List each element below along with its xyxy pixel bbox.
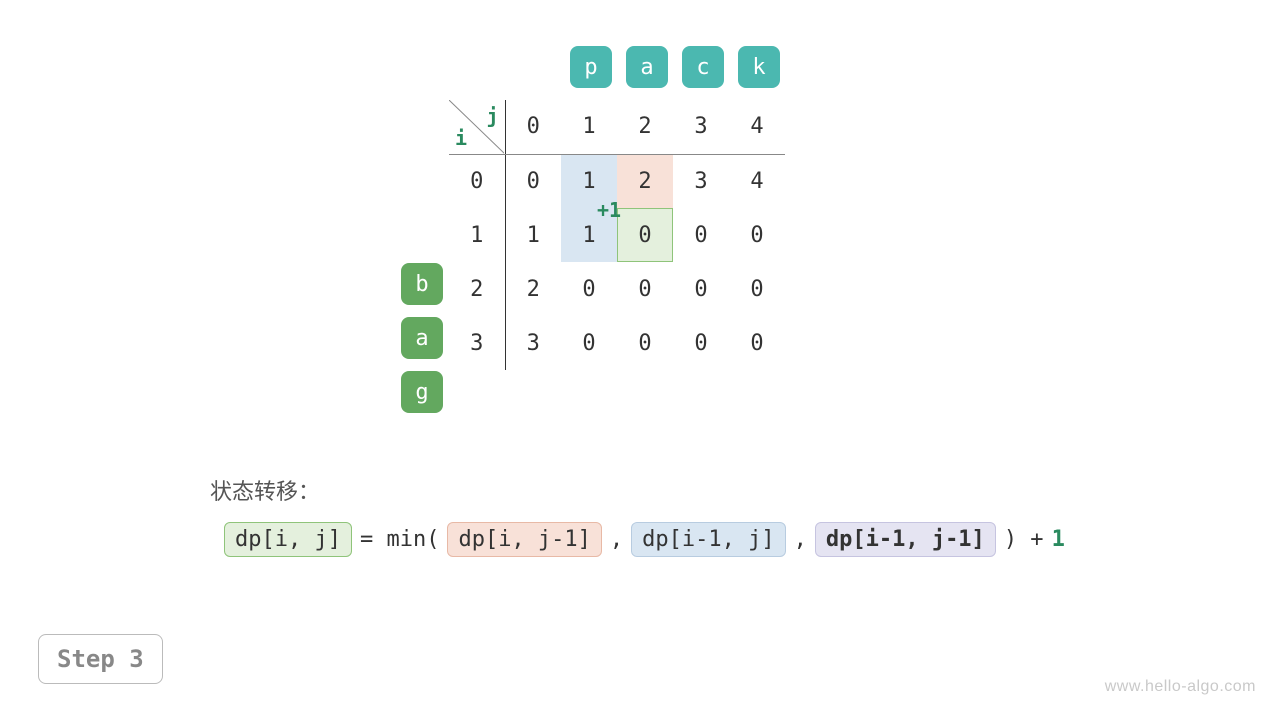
dp-cell: 3 — [673, 154, 729, 208]
table-row: 0 0 1 2 3 4 — [449, 154, 785, 208]
header-row: i j 0 1 2 3 4 — [449, 100, 785, 154]
formula-text: = min( — [360, 527, 439, 552]
formula-plus-one: 1 — [1052, 527, 1065, 552]
dp-cell: 3 — [505, 316, 561, 370]
source-char-b: b — [401, 263, 443, 305]
dp-cell: 0 — [729, 208, 785, 262]
corner-cell: i j — [449, 100, 505, 154]
dp-cell: 0 — [673, 316, 729, 370]
row-header: 1 — [449, 208, 505, 262]
col-header: 4 — [729, 100, 785, 154]
dp-cell: 0 — [617, 262, 673, 316]
target-char-k: k — [738, 46, 780, 88]
dp-cell: 0 — [617, 316, 673, 370]
dp-cell: 1 — [505, 208, 561, 262]
axis-i-label: i — [455, 126, 467, 150]
col-header: 3 — [673, 100, 729, 154]
formula-term-a: dp[i, j-1] — [447, 522, 601, 557]
dp-cell: 0 — [673, 208, 729, 262]
dp-cell: 0 — [729, 262, 785, 316]
source-char-a: a — [401, 317, 443, 359]
col-header: 2 — [617, 100, 673, 154]
table-row: 1 1 1 0 0 0 — [449, 208, 785, 262]
dp-cell: 0 — [505, 154, 561, 208]
section-heading: 状态转移： — [210, 474, 320, 506]
target-char-p: p — [570, 46, 612, 88]
dp-cell: 2 — [505, 262, 561, 316]
axis-j-label: j — [486, 104, 498, 128]
dp-cell: 1 — [561, 154, 617, 208]
step-indicator: Step 3 — [38, 634, 163, 684]
dp-cell: 0 — [729, 316, 785, 370]
dp-cell: 0 — [561, 262, 617, 316]
table-row: 3 3 0 0 0 0 — [449, 316, 785, 370]
formula-text: , — [610, 527, 623, 552]
formula-term-c: dp[i-1, j-1] — [815, 522, 996, 557]
formula-text: ) + — [1004, 527, 1044, 552]
formula-lhs: dp[i, j] — [224, 522, 352, 557]
transition-formula: dp[i, j] = min( dp[i, j-1] , dp[i-1, j] … — [224, 522, 1065, 557]
dp-cell: 0 — [617, 208, 673, 262]
col-header: 0 — [505, 100, 561, 154]
dp-cell: 1 — [561, 208, 617, 262]
dp-cell: 2 — [617, 154, 673, 208]
dp-cell: 0 — [673, 262, 729, 316]
table-row: 2 2 0 0 0 0 — [449, 262, 785, 316]
row-header: 3 — [449, 316, 505, 370]
source-char-g: g — [401, 371, 443, 413]
formula-text: , — [794, 527, 807, 552]
formula-term-b: dp[i-1, j] — [631, 522, 785, 557]
row-header: 0 — [449, 154, 505, 208]
col-header: 1 — [561, 100, 617, 154]
target-char-c: c — [682, 46, 724, 88]
row-header: 2 — [449, 262, 505, 316]
diagram-stage: p a c k b a g +1 i j 0 1 2 3 4 0 0 — [0, 0, 1280, 720]
dp-table: i j 0 1 2 3 4 0 0 1 2 3 4 1 1 1 0 0 0 2 … — [449, 100, 785, 370]
watermark: www.hello-algo.com — [1105, 678, 1256, 696]
target-char-a: a — [626, 46, 668, 88]
dp-cell: 4 — [729, 154, 785, 208]
dp-cell: 0 — [561, 316, 617, 370]
